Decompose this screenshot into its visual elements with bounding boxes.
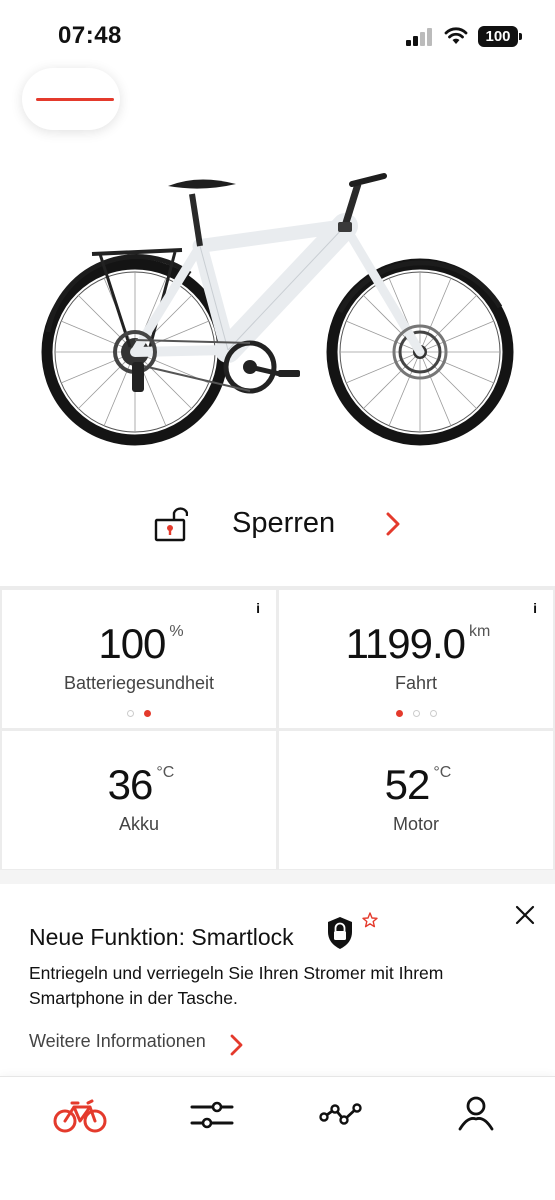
stat-value-wrap: 100% <box>2 620 276 668</box>
page-dot <box>412 710 420 717</box>
chevron-right-icon <box>386 512 400 536</box>
page-dot <box>127 710 134 717</box>
stat-value-wrap: 36 °C <box>2 761 276 809</box>
page-dots <box>2 704 276 722</box>
menu-button[interactable] <box>22 68 120 130</box>
wifi-icon <box>444 27 468 44</box>
page-dots <box>279 704 553 722</box>
promo-description: Entriegeln und verriegeln Sie Ihren Stro… <box>29 963 444 1008</box>
stat-label: Fahrt <box>394 673 437 693</box>
bike-icon[interactable] <box>50 1093 110 1137</box>
stat-tile-battery-temperature: 36 °C Akku <box>2 731 276 869</box>
stat-tile-battery-health[interactable]: i 100% Batteriegesundheit <box>2 590 276 728</box>
stat-value: 100 <box>98 620 166 667</box>
route-icon[interactable] <box>313 1093 373 1137</box>
close-icon[interactable] <box>514 904 536 926</box>
more-info-link[interactable]: Weitere Informationen <box>29 1031 243 1061</box>
stat-tile-motor-temperature: 52 °C Motor <box>279 731 553 869</box>
promo-title: Neue Funktion: Smartlock <box>29 924 294 950</box>
battery-indicator: 100 <box>478 26 522 47</box>
page-dot <box>429 710 437 717</box>
lock-button[interactable]: Sperren <box>150 500 410 548</box>
page-dot-active <box>144 710 151 717</box>
stat-label: Akku <box>118 814 160 834</box>
section-divider <box>0 870 555 884</box>
stat-value: 1199.0 <box>345 620 466 667</box>
sliders-icon[interactable] <box>182 1093 242 1137</box>
more-info-label: Weitere Informationen <box>29 1031 206 1051</box>
stat-label: Motor <box>392 814 439 834</box>
profile-icon[interactable] <box>446 1093 506 1137</box>
chevron-right-icon <box>230 1034 243 1056</box>
stat-label: Batteriegesundheit <box>63 673 215 693</box>
lock-label: Sperren <box>232 507 336 539</box>
menu-line <box>36 98 114 101</box>
bottom-nav <box>0 1076 555 1200</box>
cellular-signal-icon <box>406 28 432 46</box>
status-time: 07:48 <box>58 22 122 49</box>
stat-unit: % <box>169 623 184 640</box>
stat-value-wrap: 52 °C <box>279 761 553 809</box>
stat-unit: °C <box>433 764 452 781</box>
star-icon <box>362 912 378 928</box>
stat-value: 52 <box>384 761 431 808</box>
status-bar: 07:48 100 <box>0 0 555 70</box>
page-dot-active <box>395 710 403 717</box>
info-icon[interactable]: i <box>533 600 537 616</box>
shield-lock-icon <box>328 917 352 949</box>
bike-image <box>41 173 514 446</box>
stat-value: 36 <box>107 761 154 808</box>
stat-tile-trip[interactable]: i 1199.0 km Fahrt <box>279 590 553 728</box>
info-icon[interactable]: i <box>256 600 260 616</box>
padlock-open-icon <box>154 507 188 542</box>
stat-unit: °C <box>156 764 175 781</box>
stat-value-wrap: 1199.0 km <box>279 620 553 668</box>
stat-unit: km <box>469 623 491 640</box>
